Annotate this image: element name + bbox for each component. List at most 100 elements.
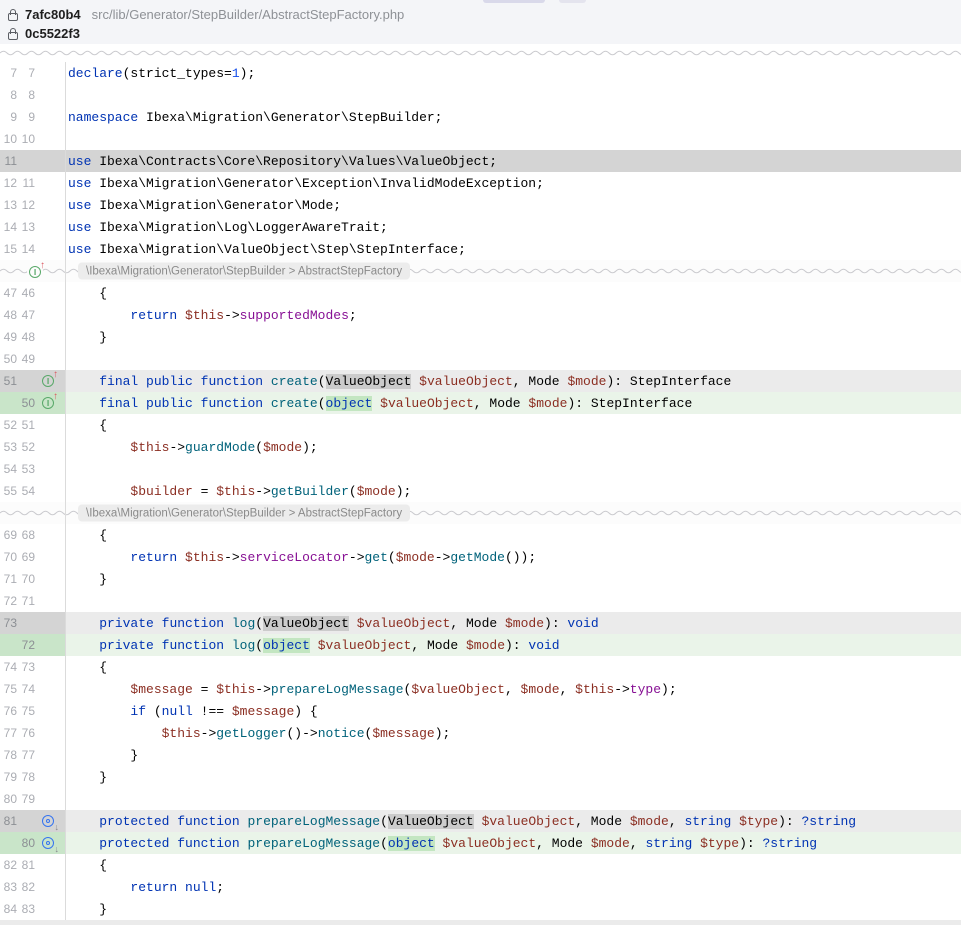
code-line[interactable]: 4746 {	[0, 282, 961, 304]
code-text[interactable]	[66, 84, 961, 106]
code-text[interactable]: }	[66, 568, 961, 590]
code-token	[240, 814, 248, 829]
code-text[interactable]: $builder = $this->getBuilder($mode);	[66, 480, 961, 502]
line-gutter: 4746	[0, 282, 66, 304]
code-text[interactable]: use Ibexa\Migration\Generator\Exception\…	[66, 172, 961, 194]
code-token: create	[271, 374, 318, 389]
code-line[interactable]: 51I↑ final public function create(ValueO…	[0, 370, 961, 392]
code-text[interactable]: use Ibexa\Migration\Generator\Mode;	[66, 194, 961, 216]
line-number-new: 82	[19, 880, 35, 894]
code-text[interactable]: {	[66, 414, 961, 436]
code-token: (	[255, 638, 263, 653]
code-text[interactable]: }	[66, 326, 961, 348]
code-text[interactable]	[66, 590, 961, 612]
code-line[interactable]: 88	[0, 84, 961, 106]
code-line[interactable]: 50I↑ final public function create(object…	[0, 392, 961, 414]
code-text[interactable]: final public function create(ValueObject…	[66, 370, 961, 392]
code-text[interactable]: if (null !== $message) {	[66, 700, 961, 722]
code-text[interactable]: return $this->serviceLocator->get($mode-…	[66, 546, 961, 568]
code-text[interactable]: protected function prepareLogMessage(Val…	[66, 810, 961, 832]
code-line[interactable]: 73 private function log(ValueObject $val…	[0, 612, 961, 634]
code-text[interactable]: use Ibexa\Contracts\Core\Repository\Valu…	[66, 150, 961, 172]
code-line[interactable]: 8382 return null;	[0, 876, 961, 898]
code-line[interactable]: 5251 {	[0, 414, 961, 436]
code-text[interactable]: }	[66, 766, 961, 788]
code-text[interactable]: return $this->supportedModes;	[66, 304, 961, 326]
code-text[interactable]: {	[66, 854, 961, 876]
code-line[interactable]: 5554 $builder = $this->getBuilder($mode)…	[0, 480, 961, 502]
code-line[interactable]: 1312use Ibexa\Migration\Generator\Mode;	[0, 194, 961, 216]
line-gutter: 50I↑	[0, 392, 66, 414]
code-line[interactable]: 1211use Ibexa\Migration\Generator\Except…	[0, 172, 961, 194]
code-line[interactable]: 7574 $message = $this->prepareLogMessage…	[0, 678, 961, 700]
code-text[interactable]: }	[66, 898, 961, 920]
implemented-method-icon[interactable]: I↑	[42, 375, 54, 387]
code-line[interactable]: 7473 {	[0, 656, 961, 678]
code-text[interactable]: protected function prepareLogMessage(obj…	[66, 832, 961, 854]
code-token: );	[240, 66, 256, 81]
code-line[interactable]: 7271	[0, 590, 961, 612]
code-line[interactable]: 11use Ibexa\Contracts\Core\Repository\Va…	[0, 150, 961, 172]
code-line[interactable]: 8079	[0, 788, 961, 810]
code-line[interactable]: 1413use Ibexa\Migration\Log\LoggerAwareT…	[0, 216, 961, 238]
code-line[interactable]: 72 private function log(object $valueObj…	[0, 634, 961, 656]
code-text[interactable]: $this->guardMode($mode);	[66, 436, 961, 458]
overridden-method-icon[interactable]: ↓	[42, 815, 54, 827]
code-token: private	[99, 616, 154, 631]
code-line[interactable]: 5453	[0, 458, 961, 480]
code-line[interactable]: 6968 {	[0, 524, 961, 546]
code-token: $valueObject	[443, 836, 537, 851]
code-line[interactable]: 7170 }	[0, 568, 961, 590]
code-text[interactable]: use Ibexa\Migration\ValueObject\Step\Ste…	[66, 238, 961, 260]
code-line[interactable]: 8483 }	[0, 898, 961, 920]
fold-label-chip[interactable]: \Ibexa\Migration\Generator\StepBuilder >…	[78, 263, 410, 280]
code-line[interactable]: 8281 {	[0, 854, 961, 876]
code-line[interactable]: 1010	[0, 128, 961, 150]
code-text[interactable]	[66, 458, 961, 480]
code-token: (	[388, 550, 396, 565]
overridden-method-icon[interactable]: ↓	[42, 837, 54, 849]
code-line[interactable]: 7877 }	[0, 744, 961, 766]
code-line[interactable]: 99namespace Ibexa\Migration\Generator\St…	[0, 106, 961, 128]
code-text[interactable]: use Ibexa\Migration\Log\LoggerAwareTrait…	[66, 216, 961, 238]
horizontal-scrollbar-track[interactable]	[0, 920, 961, 925]
code-text[interactable]: return null;	[66, 876, 961, 898]
code-text[interactable]: {	[66, 282, 961, 304]
code-text[interactable]	[66, 128, 961, 150]
code-line[interactable]: 4948 }	[0, 326, 961, 348]
code-text[interactable]: $message = $this->prepareLogMessage($val…	[66, 678, 961, 700]
code-token	[263, 374, 271, 389]
code-text[interactable]: private function log(object $valueObject…	[66, 634, 961, 656]
code-line[interactable]: 7069 return $this->serviceLocator->get($…	[0, 546, 961, 568]
code-text[interactable]: namespace Ibexa\Migration\Generator\Step…	[66, 106, 961, 128]
fold-label-chip[interactable]: \Ibexa\Migration\Generator\StepBuilder >…	[78, 505, 410, 522]
code-line[interactable]: 5049	[0, 348, 961, 370]
code-token	[138, 396, 146, 411]
code-text[interactable]	[66, 788, 961, 810]
code-text[interactable]: $this->getLogger()->notice($message);	[66, 722, 961, 744]
code-text[interactable]: {	[66, 656, 961, 678]
code-text[interactable]: declare(strict_types=1);	[66, 62, 961, 84]
code-text[interactable]: }	[66, 744, 961, 766]
implemented-method-icon[interactable]: I↑	[29, 266, 41, 278]
code-line[interactable]: 5352 $this->guardMode($mode);	[0, 436, 961, 458]
code-line[interactable]: 1514use Ibexa\Migration\ValueObject\Step…	[0, 238, 961, 260]
code-text[interactable]: private function log(ValueObject $valueO…	[66, 612, 961, 634]
code-text[interactable]	[66, 348, 961, 370]
code-text[interactable]: {	[66, 524, 961, 546]
code-line[interactable]: 4847 return $this->supportedModes;	[0, 304, 961, 326]
line-gutter: 6968	[0, 524, 66, 546]
line-number-new: 47	[19, 308, 35, 322]
code-line[interactable]: 7675 if (null !== $message) {	[0, 700, 961, 722]
code-line[interactable]: 80 ↓ protected function prepareLogMessage…	[0, 832, 961, 854]
code-line[interactable]: 7978 }	[0, 766, 961, 788]
implemented-method-icon[interactable]: I↑	[42, 397, 54, 409]
code-line[interactable]: 77declare(strict_types=1);	[0, 62, 961, 84]
code-text[interactable]: final public function create(object $val…	[66, 392, 961, 414]
code-line[interactable]: 81↓ protected function prepareLogMessage…	[0, 810, 961, 832]
code-line[interactable]: 7776 $this->getLogger()->notice($message…	[0, 722, 961, 744]
line-number-new: 80	[19, 836, 35, 850]
line-number-old: 78	[2, 748, 17, 762]
line-number-new: 53	[19, 462, 35, 476]
code-token	[372, 396, 380, 411]
